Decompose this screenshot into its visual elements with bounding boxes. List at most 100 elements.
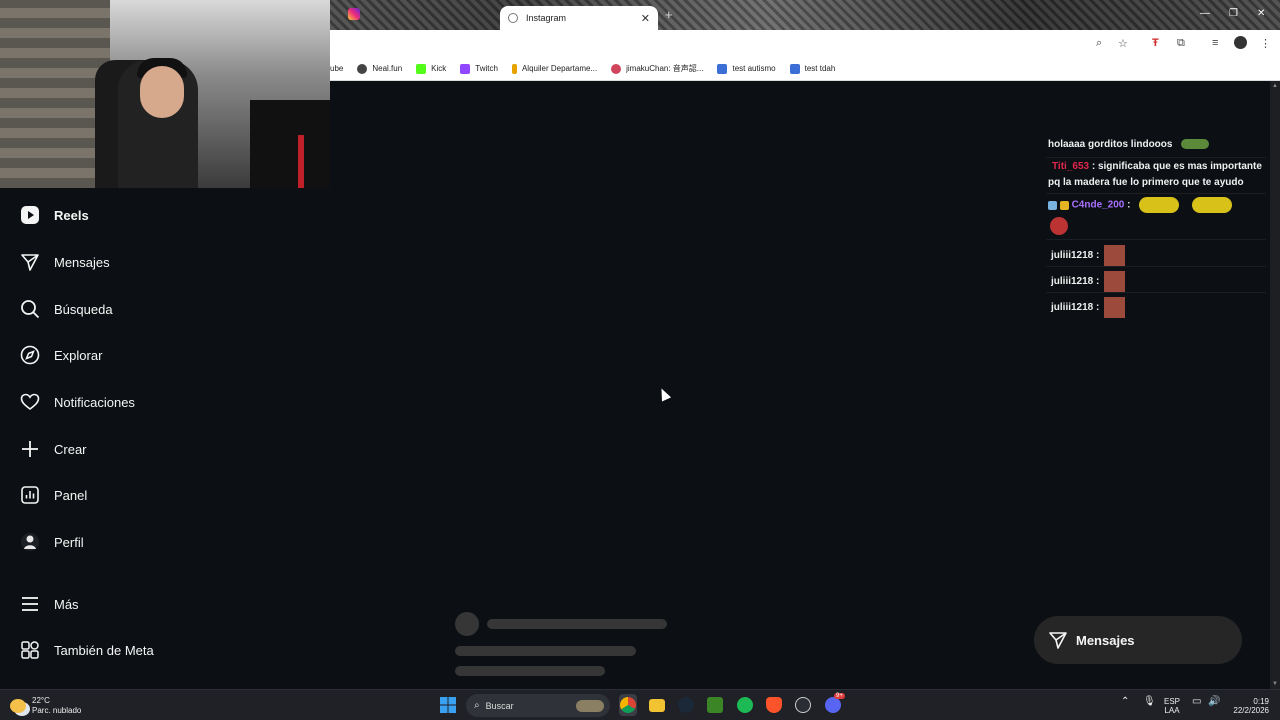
loading-skeleton-line	[455, 646, 636, 656]
badge-icon	[1048, 200, 1057, 210]
bookmarks-bar: ube Neal.fun Kick Twitch Alquiler Depart…	[330, 57, 1280, 81]
obs-icon[interactable]	[795, 697, 811, 713]
twitch-icon	[460, 63, 471, 74]
chat-message: Titi_653 : significaba que es mas import…	[1048, 161, 1262, 188]
chat-message: juliii1218 :	[1051, 297, 1126, 318]
nealfun-icon	[357, 63, 368, 74]
heart-icon	[20, 392, 40, 412]
extension-icon[interactable]: Ŧ	[1152, 37, 1159, 49]
search-highlight-icon	[576, 699, 604, 712]
nav-mas[interactable]: Más	[20, 592, 79, 616]
messages-floating-button[interactable]: Mensajes	[1034, 616, 1242, 664]
language-indicator[interactable]: ESP LAA	[1164, 697, 1180, 715]
minimize-button[interactable]: —	[1200, 8, 1210, 19]
avatar-icon	[20, 532, 40, 552]
close-tab-icon[interactable]: ✕	[641, 12, 650, 25]
taskbar-search[interactable]: ⌕ Buscar	[466, 694, 610, 717]
plus-icon	[20, 439, 40, 459]
webcam-overlay	[0, 0, 330, 188]
bookmark-kick[interactable]: Kick	[416, 63, 446, 74]
microphone-icon[interactable]: 🎙	[1143, 697, 1156, 707]
emote-icon	[1104, 245, 1126, 266]
search-icon: ⌕	[474, 700, 480, 711]
spotify-icon[interactable]	[737, 697, 753, 713]
brave-icon[interactable]	[766, 697, 782, 713]
chat-message: holaaaa gorditos lindooos	[1048, 137, 1210, 153]
menu-icon	[20, 594, 40, 614]
dashboard-icon	[20, 485, 40, 505]
minecraft-icon[interactable]	[707, 697, 723, 713]
test-site-icon	[789, 63, 800, 74]
loading-skeleton-line	[487, 619, 667, 629]
scroll-down-icon[interactable]: ▼	[1272, 681, 1278, 687]
nav-tambien-de-meta[interactable]: También de Meta	[20, 638, 154, 662]
nav-crear[interactable]: Crear	[20, 437, 87, 461]
bookmark-twitch[interactable]: Twitch	[460, 63, 498, 74]
extensions-puzzle-icon[interactable]: ⧉	[1177, 37, 1185, 50]
location-icon	[511, 63, 517, 74]
bookmark-test-tdah[interactable]: test tdah	[789, 63, 835, 74]
bookmark-jimakuchan[interactable]: jimakuChan: 音声認...	[611, 63, 703, 74]
file-explorer-icon[interactable]	[649, 699, 665, 712]
chat-message: C4nde_200 :	[1048, 197, 1233, 214]
maximize-button[interactable]: ❐	[1229, 8, 1238, 19]
discord-icon[interactable]	[825, 697, 841, 713]
network-icon[interactable]: ▭	[1192, 697, 1201, 707]
search-icon	[20, 299, 40, 319]
reels-icon	[20, 205, 40, 225]
loading-skeleton-line	[455, 666, 605, 676]
media-control-icon[interactable]: ≡	[1212, 37, 1218, 49]
windows-start-icon[interactable]	[440, 697, 456, 713]
zoom-icon[interactable]: ⌕	[1096, 37, 1102, 50]
test-site-icon	[717, 63, 728, 74]
nav-explorar[interactable]: Explorar	[20, 343, 102, 367]
badge-icon	[1059, 200, 1069, 210]
tab-instagram[interactable]: Instagram ✕	[500, 6, 658, 30]
bookmark-alquiler[interactable]: Alquiler Departame...	[511, 63, 597, 74]
steam-icon[interactable]	[678, 697, 694, 713]
bookmark-youtube[interactable]: ube	[330, 64, 343, 73]
volume-icon[interactable]: 🔊	[1208, 697, 1220, 707]
instagram-tab-icon[interactable]	[348, 8, 360, 20]
profile-avatar-icon[interactable]	[1234, 36, 1247, 49]
tray-overflow-icon[interactable]: ⌃	[1121, 697, 1129, 707]
chrome-icon[interactable]	[620, 697, 636, 713]
emote-icon	[1192, 197, 1233, 213]
emote-icon	[1104, 297, 1126, 318]
nav-perfil[interactable]: Perfil	[20, 530, 84, 554]
nav-panel[interactable]: Panel	[20, 483, 87, 507]
address-bar[interactable]: ⌕ ☆ Ŧ ⧉ ≡ ⋮	[330, 30, 1280, 57]
kick-icon	[416, 63, 427, 74]
nav-notificaciones[interactable]: Notificaciones	[20, 390, 135, 414]
clock[interactable]: 0:19 22/2/2026	[1227, 697, 1269, 715]
tab-title: Instagram	[526, 13, 567, 23]
discord-badge: 9+	[834, 693, 845, 699]
loading-skeleton-avatar	[455, 612, 479, 636]
scroll-up-icon[interactable]: ▲	[1272, 83, 1278, 89]
emote-icon	[1181, 139, 1210, 150]
nav-reels[interactable]: Reels	[20, 203, 89, 227]
bookmark-star-icon[interactable]: ☆	[1118, 37, 1128, 50]
chat-message: juliii1218 :	[1051, 271, 1126, 292]
weather-icon	[10, 699, 26, 713]
meta-apps-icon	[20, 640, 40, 660]
emote-icon	[1104, 271, 1126, 292]
stream-chat-overlay: holaaaa gorditos lindooos Titi_653 : sig…	[1046, 135, 1268, 320]
jimakuchan-icon	[611, 63, 622, 74]
bookmark-test-autismo[interactable]: test autismo	[717, 63, 776, 74]
emote-icon	[1139, 197, 1180, 213]
explore-icon	[20, 345, 40, 365]
bookmark-nealfun[interactable]: Neal.fun	[357, 63, 402, 74]
messages-icon	[1049, 632, 1067, 649]
globe-icon	[508, 13, 518, 23]
new-tab-button[interactable]: +	[665, 7, 673, 22]
weather-widget[interactable]: 22°C Parc. nublado	[10, 696, 81, 716]
browser-menu-icon[interactable]: ⋮	[1260, 37, 1271, 50]
nav-mensajes[interactable]: Mensajes	[20, 250, 110, 274]
page-scrollbar[interactable]: ▲ ▼	[1270, 81, 1280, 689]
messages-icon	[20, 252, 40, 272]
close-window-button[interactable]: ✕	[1257, 8, 1265, 19]
chat-message: juliii1218 :	[1051, 245, 1126, 266]
nav-busqueda[interactable]: Búsqueda	[20, 297, 113, 321]
windows-taskbar: 22°C Parc. nublado ⌕ Buscar 9+ ⌃ 🎙 ESP L…	[0, 689, 1280, 720]
